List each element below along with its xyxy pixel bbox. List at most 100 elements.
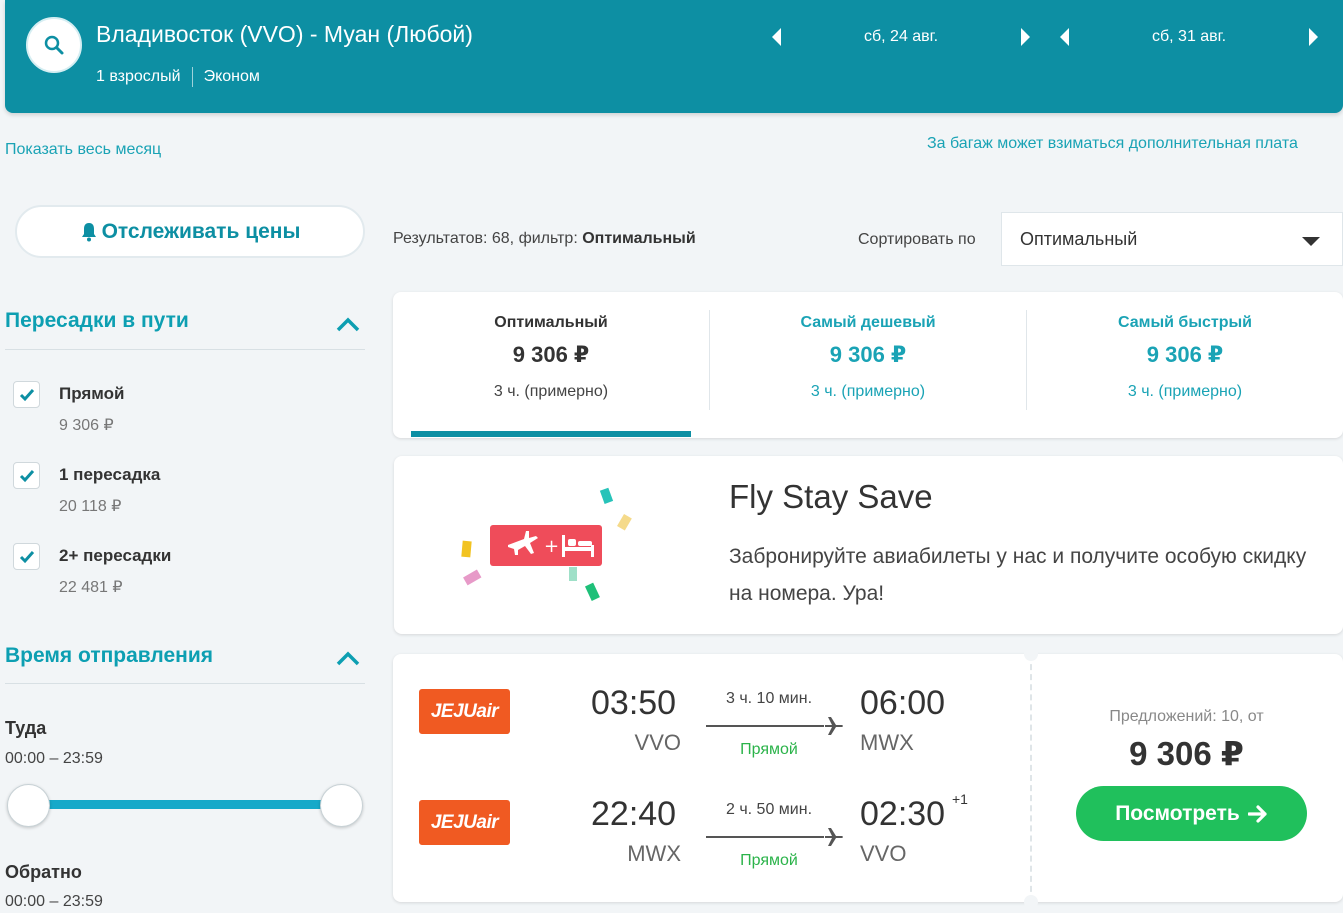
search-icon [44, 35, 64, 55]
caret-right-icon [1309, 28, 1318, 46]
stops-section-title[interactable]: Пересадки в пути [5, 309, 189, 333]
next-return-date-button[interactable] [1303, 23, 1323, 51]
promo-title: Fly Stay Save [729, 478, 933, 515]
departure-airport: VVO [634, 730, 681, 755]
tab-optimal[interactable]: Оптимальный 9 306 ₽ 3 ч. (примерно) [393, 292, 709, 438]
show-month-link[interactable]: Показать весь месяц [5, 141, 161, 159]
chevron-down-icon [1302, 237, 1320, 246]
passenger-count: 1 взрослый [96, 68, 181, 85]
flight-price: 9 306 ₽ [1129, 735, 1244, 772]
cabin-class: Эконом [203, 68, 260, 85]
route-line [706, 725, 824, 727]
tab-fastest[interactable]: Самый быстрый 9 306 ₽ 3 ч. (примерно) [1027, 292, 1343, 438]
arrival-airport: VVO [860, 841, 907, 866]
svg-text:+: + [544, 536, 559, 557]
sort-select[interactable]: Оптимальный [1001, 212, 1343, 266]
baggage-fee-link[interactable]: За багаж может взиматься дополнительная … [927, 135, 1298, 153]
filter-price: 20 118 ₽ [59, 498, 122, 515]
results-count: Результатов: 68, фильтр: [393, 230, 583, 247]
promo-text: Забронируйте авиабилеты у нас и получите… [729, 545, 1307, 605]
arrival-airport: MWX [860, 730, 914, 755]
divider [5, 683, 365, 684]
airline-logo: JEJUair [419, 800, 510, 845]
flight-duration: 3 ч. 10 мин. [725, 690, 813, 707]
fly-stay-save-banner[interactable]: + Fly Stay Save Забронируйте авиабилеты … [394, 456, 1343, 634]
prev-return-date-button[interactable] [1055, 23, 1075, 51]
filter-label: Прямой [59, 384, 125, 403]
chevron-up-icon[interactable] [335, 648, 361, 668]
filter-price: 22 481 ₽ [59, 579, 123, 596]
slider-handle-start[interactable] [7, 784, 50, 827]
search-header: Владивосток (VVO) - Муан (Любой) 1 взрос… [5, 0, 1343, 113]
departure-airport: MWX [627, 841, 681, 866]
next-depart-date-button[interactable] [1015, 23, 1035, 51]
route-line [706, 836, 824, 838]
checkmark-icon [19, 388, 34, 401]
tab-price: 9 306 ₽ [829, 342, 907, 367]
departure-time: 22:40 [591, 795, 677, 833]
view-deal-button[interactable]: Посмотреть [1076, 786, 1307, 841]
active-tab-indicator [411, 431, 691, 437]
checkbox[interactable] [13, 543, 40, 570]
departure-time: 03:50 [591, 684, 677, 722]
tab-duration: 3 ч. (примерно) [1127, 383, 1243, 400]
caret-right-icon [1021, 28, 1030, 46]
depart-date-picker: сб, 24 авг. [767, 22, 1035, 52]
outbound-label: Туда [5, 718, 47, 738]
prev-depart-date-button[interactable] [767, 23, 787, 51]
offers-count: Предложений: 10, от [1109, 708, 1264, 725]
checkbox[interactable] [13, 462, 40, 489]
sort-tabs: Оптимальный 9 306 ₽ 3 ч. (примерно) Самы… [393, 292, 1343, 438]
slider-handle-end[interactable] [320, 784, 363, 827]
search-button[interactable] [26, 17, 82, 73]
flight-result-card[interactable]: JEJUair 03:50 VVO 3 ч. 10 мин. Прямой 06… [393, 647, 1343, 909]
tab-duration: 3 ч. (примерно) [810, 383, 926, 400]
view-deal-label: Посмотреть [1115, 801, 1240, 825]
ticket-notch [1024, 647, 1038, 661]
sort-label: Сортировать по [858, 231, 976, 248]
route-title[interactable]: Владивосток (VVO) - Муан (Любой) [96, 21, 473, 48]
outbound-time-slider[interactable] [29, 800, 342, 809]
caret-left-icon [772, 28, 781, 46]
caret-left-icon [1060, 28, 1069, 46]
outbound-time-range: 00:00 – 23:59 [5, 750, 103, 767]
divider [1030, 654, 1032, 902]
divider [5, 349, 365, 350]
tab-title: Самый дешевый [800, 314, 936, 331]
filter-label: 2+ пересадки [59, 546, 172, 565]
flight-hotel-illustration: + [461, 487, 632, 601]
checkbox[interactable] [13, 381, 40, 408]
results-summary: Результатов: 68, фильтр: Оптимальный [393, 230, 696, 248]
next-day-indicator: +1 [952, 791, 968, 807]
filter-price: 9 306 ₽ [59, 417, 114, 434]
tab-cheapest[interactable]: Самый дешевый 9 306 ₽ 3 ч. (примерно) [710, 292, 1026, 438]
sort-value: Оптимальный [1020, 228, 1138, 249]
stops-label: Прямой [740, 741, 798, 758]
checkmark-icon [19, 550, 34, 563]
depart-date[interactable]: сб, 24 авг. [787, 28, 1015, 46]
return-date-picker: сб, 31 авг. [1055, 22, 1323, 52]
plane-icon [825, 828, 843, 846]
departure-time-section-title[interactable]: Время отправления [5, 644, 213, 668]
divider [191, 67, 193, 87]
return-date[interactable]: сб, 31 авг. [1075, 28, 1303, 46]
tab-duration: 3 ч. (примерно) [493, 383, 609, 400]
arrival-time: 06:00 [860, 684, 946, 722]
tab-title: Оптимальный [494, 314, 608, 331]
flight-duration: 2 ч. 50 мин. [725, 801, 813, 818]
results-filter: Оптимальный [582, 230, 696, 247]
tab-title: Самый быстрый [1118, 314, 1252, 331]
arrow-right-icon [1247, 804, 1267, 823]
tab-price: 9 306 ₽ [1146, 342, 1224, 367]
airline-logo: JEJUair [419, 689, 510, 734]
filter-label: 1 пересадка [59, 465, 161, 484]
tab-price: 9 306 ₽ [512, 342, 590, 367]
arrival-time: 02:30 [860, 795, 946, 833]
track-prices-button[interactable]: Отслеживать цены [15, 205, 365, 258]
checkmark-icon [19, 469, 34, 482]
bell-icon [81, 222, 96, 241]
stops-label: Прямой [740, 852, 798, 869]
chevron-up-icon[interactable] [335, 314, 361, 334]
passenger-summary[interactable]: 1 взрослый Эконом [96, 67, 260, 87]
ticket-notch [1024, 895, 1038, 909]
